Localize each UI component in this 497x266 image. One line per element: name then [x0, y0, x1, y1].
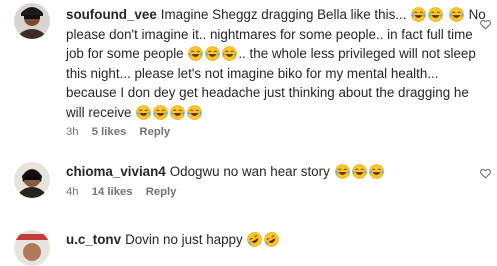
face-with-tears-of-joy-icon	[428, 7, 444, 22]
face-with-tears-of-joy-icon	[411, 7, 427, 22]
comment-meta: 4h 14 likes Reply	[66, 186, 489, 198]
comment-meta: 3h 5 likes Reply	[66, 126, 489, 138]
face-with-tears-of-joy-icon	[170, 104, 186, 120]
avatar[interactable]	[14, 230, 50, 266]
reply-button[interactable]: Reply	[146, 186, 177, 198]
reply-button[interactable]: Reply	[139, 126, 170, 138]
face-with-tears-of-joy-icon	[222, 46, 238, 61]
comment-likes[interactable]: 14 likes	[92, 186, 133, 198]
avatar[interactable]	[14, 3, 50, 39]
heart-outline-icon[interactable]	[480, 19, 491, 30]
face-with-tears-of-joy-icon	[153, 104, 169, 120]
face-with-tears-of-joy-icon	[334, 164, 350, 179]
comment-text: soufound_vee Imagine Sheggz dragging Bell…	[66, 5, 489, 122]
comment-body: Dovin no just happy	[125, 232, 243, 247]
face-with-tears-of-joy-icon	[187, 104, 203, 120]
face-with-tears-of-joy-icon	[136, 104, 152, 120]
comment-username[interactable]: chioma_vivian4	[66, 164, 166, 179]
comment-username[interactable]: soufound_vee	[66, 7, 157, 22]
face-with-tears-of-joy-icon	[351, 164, 367, 179]
comment-time: 4h	[66, 185, 79, 198]
comment-body: Odogwu no wan hear story	[169, 164, 330, 179]
comment-text: u.c_tonv Dovin no just happy	[66, 230, 489, 250]
comment-likes[interactable]: 5 likes	[92, 126, 127, 138]
rolling-on-floor-laughing-icon	[264, 232, 280, 247]
face-with-tears-of-joy-icon	[188, 46, 204, 61]
comment-body: Imagine Sheggz dragging Bella like this.…	[160, 7, 407, 22]
heart-outline-icon[interactable]	[480, 168, 491, 179]
face-with-tears-of-joy-icon	[368, 164, 384, 179]
rolling-on-floor-laughing-icon	[247, 232, 263, 247]
face-with-tears-of-joy-icon	[205, 46, 221, 61]
face-with-tears-of-joy-icon	[448, 7, 464, 22]
comment-username[interactable]: u.c_tonv	[66, 232, 121, 247]
avatar[interactable]	[14, 162, 50, 198]
comment-time: 3h	[66, 126, 79, 138]
comment-text: chioma_vivian4 Odogwu no wan hear story	[66, 162, 489, 182]
